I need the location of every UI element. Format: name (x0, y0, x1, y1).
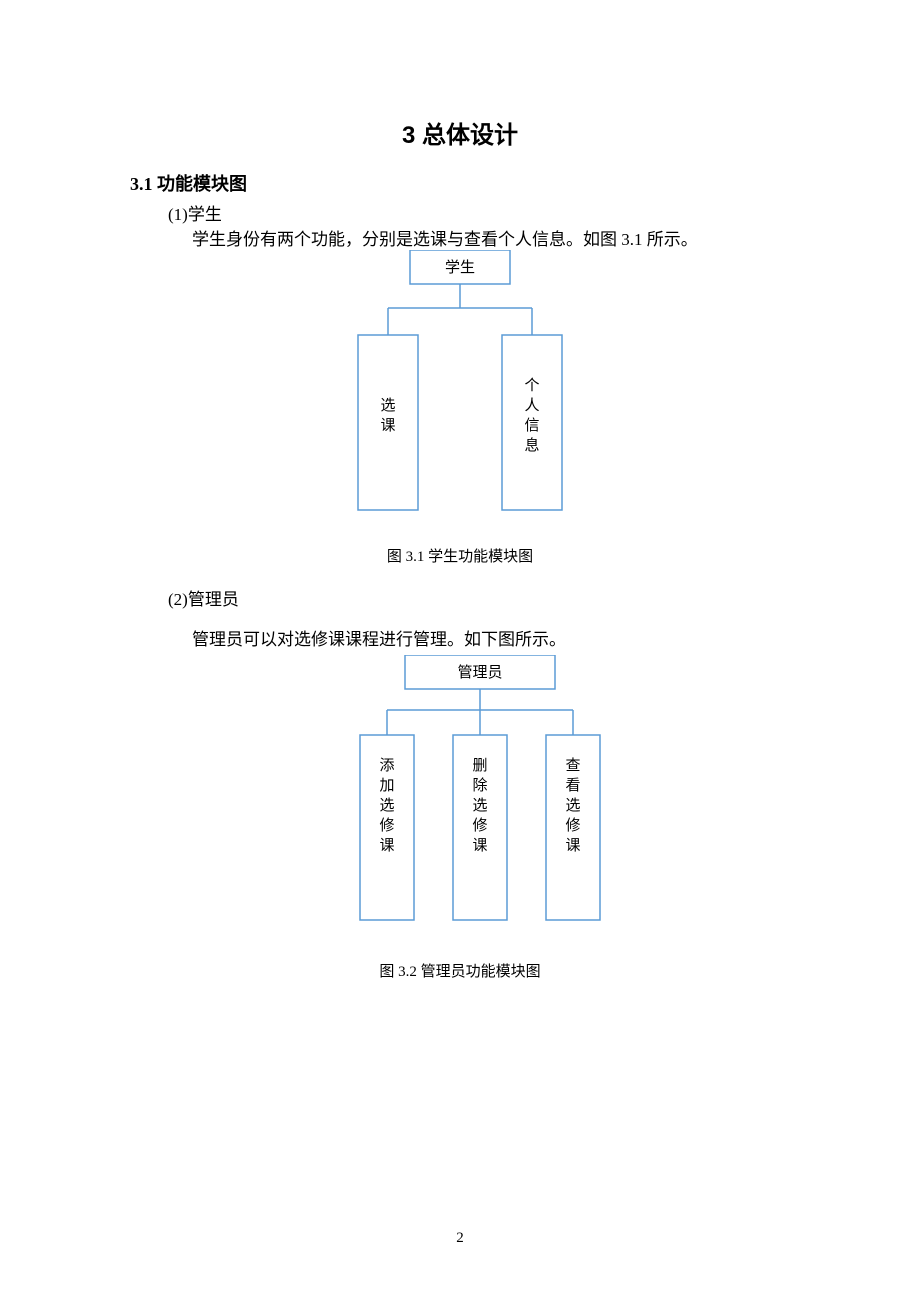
d2c0-0: 添 (379, 757, 394, 774)
diagram1-child-1-c3: 息 (524, 437, 539, 454)
diagram-student: 学生 选 课 个 人 信 息 (330, 250, 590, 530)
d2c2-4: 课 (565, 837, 580, 854)
item-1-text: 学生身份有两个功能，分别是选课与查看个人信息。如图 3.1 所示。 (192, 225, 698, 250)
document-page: 3 总体设计 3.1 功能模块图 (1)学生 学生身份有两个功能，分别是选课与查… (0, 0, 920, 1302)
diagram1-child-0-c1: 课 (380, 417, 395, 434)
diagram1-root: 学生 (445, 259, 475, 276)
d2c2-0: 查 (565, 757, 580, 774)
section-heading-3-1: 3.1 功能模块图 (130, 170, 247, 196)
item-2-text: 管理员可以对选修课课程进行管理。如下图所示。 (192, 625, 566, 650)
d2c2-3: 修 (565, 817, 580, 834)
chapter-title: 3 总体设计 (0, 115, 920, 150)
d2c1-2: 选 (472, 797, 487, 814)
diagram1-child-1-c0: 个 (524, 377, 539, 394)
d2c1-3: 修 (472, 817, 487, 834)
diagram2-root: 管理员 (457, 664, 502, 681)
d2c0-3: 修 (379, 817, 394, 834)
diagram1-child-1-c2: 信 (524, 417, 539, 434)
page-number: 2 (0, 1230, 920, 1247)
d2c0-2: 选 (379, 797, 394, 814)
diagram-admin: 管理员 添 加 选 修 课 删 除 选 修 课 查 看 选 修 课 (340, 655, 620, 945)
d2c0-1: 加 (379, 777, 394, 794)
caption-figure-3-2: 图 3.2 管理员功能模块图 (0, 960, 920, 981)
d2c1-4: 课 (472, 837, 487, 854)
caption-figure-3-1: 图 3.1 学生功能模块图 (0, 545, 920, 566)
item-2-label: (2)管理员 (168, 585, 239, 610)
d2c2-2: 选 (565, 797, 580, 814)
d2c1-0: 删 (472, 757, 487, 774)
diagram1-child-0-c0: 选 (380, 397, 395, 414)
diagram1-child-1-c1: 人 (524, 397, 539, 414)
d2c1-1: 除 (472, 777, 487, 794)
d2c0-4: 课 (379, 837, 394, 854)
d2c2-1: 看 (565, 777, 580, 794)
item-1-label: (1)学生 (168, 200, 222, 225)
